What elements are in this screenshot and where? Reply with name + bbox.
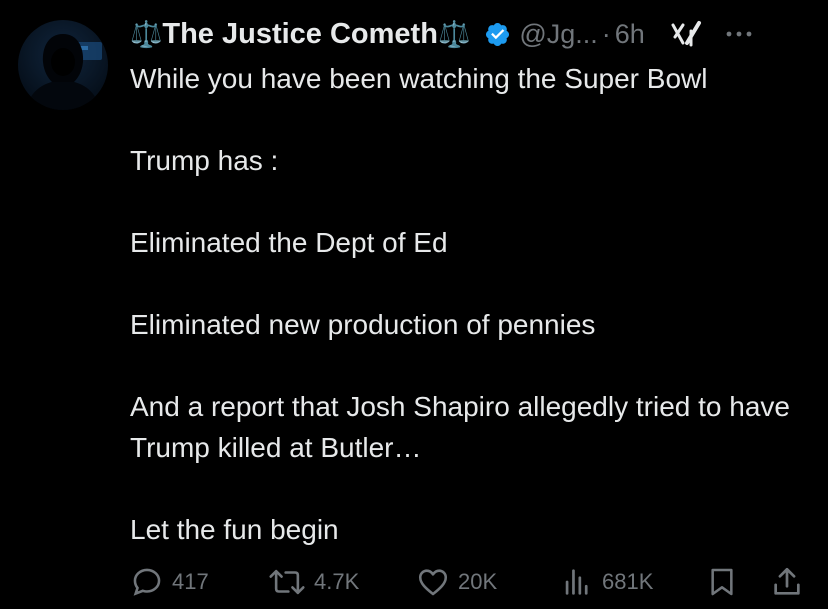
scales-emoji: ⚖️: [130, 18, 163, 49]
tweet-header: ⚖️ The Justice Cometh ⚖️ @Jg... · 6h: [130, 14, 820, 54]
views-count: 681K: [602, 569, 654, 594]
repost-button[interactable]: 4.7K: [268, 562, 359, 602]
tweet-paragraph: And a report that Josh Shapiro allegedly…: [130, 391, 790, 463]
verified-badge-icon[interactable]: [484, 21, 511, 48]
like-button[interactable]: 20K: [416, 562, 497, 602]
tweet-paragraph: While you have been watching the Super B…: [130, 63, 708, 94]
avatar[interactable]: [18, 20, 108, 110]
tweet-paragraph: Eliminated the Dept of Ed: [130, 227, 448, 258]
display-name[interactable]: The Justice Cometh: [162, 18, 438, 51]
repost-icon: [269, 569, 305, 595]
tweet-paragraph: Eliminated new production of pennies: [130, 309, 596, 340]
views-icon: [565, 569, 588, 595]
share-button[interactable]: [770, 562, 804, 602]
repost-count: 4.7K: [314, 569, 360, 594]
handle[interactable]: @Jg...: [519, 19, 597, 50]
more-icon[interactable]: [725, 29, 753, 39]
bookmark-icon: [711, 568, 733, 596]
reply-icon: [133, 568, 161, 596]
like-count: 20K: [458, 569, 498, 594]
grok-icon[interactable]: [669, 17, 703, 51]
scales-emoji: ⚖️: [437, 18, 471, 49]
reply-button[interactable]: 417: [130, 562, 209, 602]
like-icon: [418, 569, 448, 596]
tweet-paragraph: Let the fun begin: [130, 514, 339, 545]
tweet-text: While you have been watching the Super B…: [130, 58, 820, 550]
separator: ·: [601, 18, 611, 49]
hooded-figure-avatar-image: [26, 34, 102, 110]
reply-count: 417: [172, 569, 209, 594]
tweet-paragraph: Trump has :: [130, 145, 279, 176]
bookmark-button[interactable]: [706, 562, 738, 602]
action-bar: 417 4.7K 20K 681K: [130, 562, 810, 602]
views-button[interactable]: 681K: [560, 562, 653, 602]
share-icon: [774, 567, 800, 595]
timestamp[interactable]: 6h: [615, 19, 645, 50]
